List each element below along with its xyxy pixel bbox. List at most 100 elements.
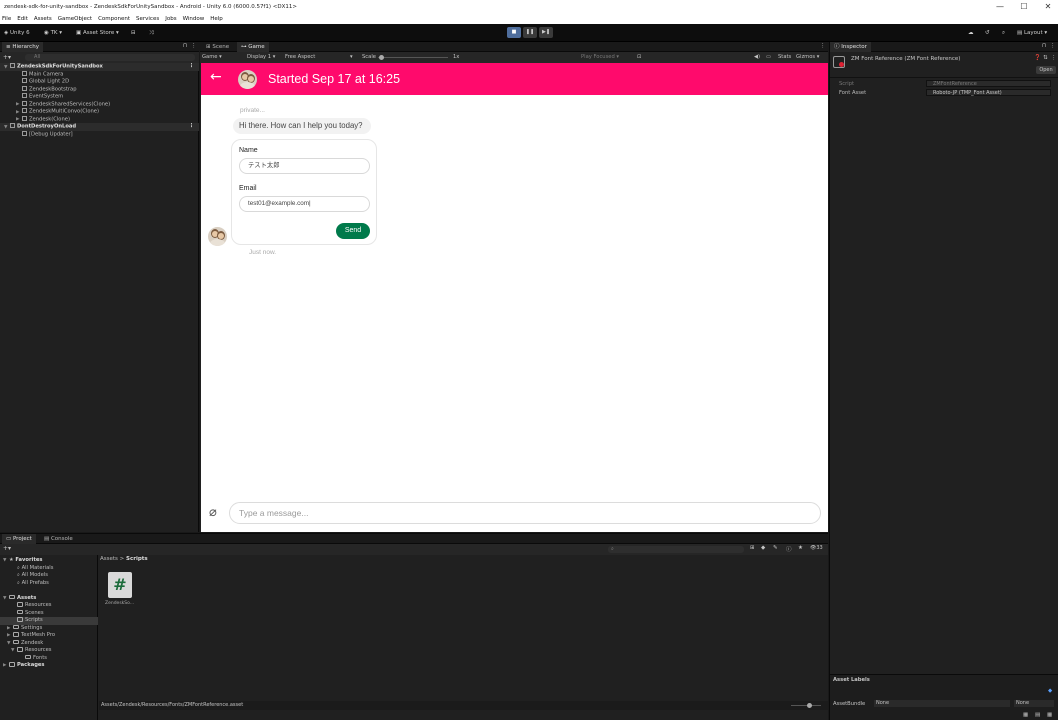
add-icon[interactable]: +▾ bbox=[3, 545, 11, 552]
paperclip-icon[interactable]: ⌀ bbox=[209, 505, 217, 520]
filter-label-icon[interactable]: ◆ bbox=[761, 545, 765, 551]
tab-scene[interactable]: ⊞ Scene bbox=[202, 42, 233, 52]
filter-pin-icon[interactable]: ✎ bbox=[773, 545, 778, 551]
settings-icon[interactable]: ⇅ bbox=[1043, 55, 1048, 61]
tab-inspector[interactable]: ⓘ Inspector bbox=[830, 42, 871, 52]
project-tree-item[interactable]: Scripts bbox=[0, 617, 98, 625]
project-section-header[interactable]: ▼ Assets bbox=[0, 594, 98, 603]
hierarchy-item[interactable]: ▼ ZendeskSdkForUnitySandbox ⋮ bbox=[0, 63, 199, 71]
project-tree-item[interactable]: Resources bbox=[0, 602, 98, 610]
hierarchy-item[interactable]: ZendeskBootstrap bbox=[0, 85, 199, 94]
project-section-header[interactable]: ▼ ★ Favorites bbox=[0, 557, 98, 565]
menu-services[interactable]: Services bbox=[136, 14, 159, 24]
more-icon[interactable]: ⋮ bbox=[191, 43, 197, 49]
tag-icon[interactable]: ◆ bbox=[1048, 688, 1052, 694]
font-asset-field[interactable]: Roboto-JP (TMP_Font Asset) bbox=[926, 89, 1051, 96]
project-tree-item[interactable]: ▼ Resources bbox=[0, 647, 98, 655]
aspect-dropdown[interactable]: Free Aspect bbox=[285, 52, 315, 63]
hierarchy-item[interactable]: ▶ ZendeskMultiConvo(Clone) bbox=[0, 108, 199, 116]
hierarchy-item[interactable]: Global Light 2D bbox=[0, 78, 199, 86]
project-tree-item[interactable]: ⌕ All Materials bbox=[0, 565, 98, 573]
more-icon[interactable]: ⋮ bbox=[820, 43, 826, 49]
display-dropdown[interactable]: Display 1 ▾ bbox=[247, 52, 275, 63]
breadcrumb-assets[interactable]: Assets bbox=[100, 556, 118, 562]
hierarchy-item[interactable]: ▶ Zendesk(Clone) bbox=[0, 115, 199, 124]
cloud-icon[interactable]: ☁ bbox=[968, 28, 974, 38]
pause-button[interactable]: ❚❚ bbox=[523, 27, 537, 38]
lock-icon[interactable]: ⊓ bbox=[1042, 43, 1046, 49]
plastic-icon[interactable]: ⤨ bbox=[149, 28, 153, 38]
icon-size-slider-handle[interactable] bbox=[807, 703, 812, 708]
hierarchy-item[interactable]: EventSystem bbox=[0, 93, 199, 101]
minimize-button[interactable]: — bbox=[990, 1, 1010, 12]
send-button[interactable]: Send bbox=[336, 223, 370, 239]
layout-dropdown[interactable]: ▤ Layout ▾ bbox=[1017, 28, 1047, 38]
csharp-script-icon[interactable]: # bbox=[108, 572, 132, 598]
version-control-icon[interactable]: ⊟ bbox=[131, 28, 136, 38]
stats-button[interactable]: Stats bbox=[778, 52, 791, 63]
asset-item-label[interactable]: ZendeskSo... bbox=[105, 601, 134, 606]
project-tree-item[interactable]: ▼ Zendesk bbox=[0, 639, 98, 648]
breadcrumb-scripts[interactable]: Scripts bbox=[126, 556, 148, 562]
add-icon[interactable]: +▾ bbox=[3, 54, 11, 61]
project-tree-item[interactable]: ⌕ All Models bbox=[0, 572, 98, 580]
menu-component[interactable]: Component bbox=[98, 14, 130, 24]
asset-bundle-dropdown[interactable]: None bbox=[874, 700, 1010, 707]
project-tree-item[interactable]: ▶ TextMesh Pro bbox=[0, 632, 98, 640]
project-tree-item[interactable]: Scenes bbox=[0, 609, 98, 618]
hierarchy-search-input[interactable]: All bbox=[25, 54, 196, 61]
aspect-icon[interactable]: ▭ bbox=[766, 52, 771, 63]
menu-assets[interactable]: Assets bbox=[34, 14, 52, 24]
more-icon[interactable]: ⋮ bbox=[1051, 55, 1057, 61]
asset-variant-dropdown[interactable]: None bbox=[1014, 700, 1054, 707]
history-icon[interactable]: ↺ bbox=[985, 28, 990, 38]
game-mode-dropdown[interactable]: Game ▾ bbox=[202, 52, 222, 63]
scale-slider[interactable] bbox=[378, 57, 448, 58]
hierarchy-item[interactable]: ▶ ZendeskSharedServices(Clone) bbox=[0, 100, 199, 109]
asset-store-dropdown[interactable]: ▣ Asset Store ▾ bbox=[76, 28, 119, 38]
menu-file[interactable]: File bbox=[2, 14, 11, 24]
menu-gameobject[interactable]: GameObject bbox=[58, 14, 92, 24]
project-search-input[interactable]: ⌕ bbox=[608, 546, 744, 553]
project-tree-item[interactable]: ⌕ All Prefabs bbox=[0, 580, 98, 588]
back-arrow-icon[interactable]: ← bbox=[210, 69, 222, 85]
step-button[interactable]: ▶❚ bbox=[539, 27, 553, 38]
menu-help[interactable]: Help bbox=[210, 14, 223, 24]
audio-icon[interactable]: ◀) bbox=[754, 52, 760, 63]
lock-icon[interactable]: ⊓ bbox=[183, 43, 187, 49]
favorite-icon[interactable]: ★ bbox=[798, 545, 803, 551]
project-section-header[interactable]: ▶ Packages bbox=[0, 662, 98, 670]
help-icon[interactable]: ❓ bbox=[1034, 55, 1041, 61]
hierarchy-item[interactable]: Main Camera bbox=[0, 70, 199, 79]
hierarchy-item[interactable]: [Debug Updater] bbox=[0, 130, 199, 139]
menu-window[interactable]: Window bbox=[183, 14, 205, 24]
search-icon[interactable]: ⌕ bbox=[1002, 28, 1005, 38]
icon-size-slider[interactable] bbox=[791, 705, 821, 706]
gizmos-dropdown[interactable]: Gizmos ▾ bbox=[796, 52, 819, 63]
tab-game[interactable]: ⊶ Game bbox=[237, 42, 269, 52]
menu-jobs[interactable]: Jobs bbox=[165, 14, 176, 24]
account-dropdown[interactable]: ◉ TK ▾ bbox=[44, 28, 62, 38]
scale-slider-handle[interactable] bbox=[379, 55, 384, 60]
hierarchy-item[interactable]: ▼ DontDestroyOnLoad ⋮ bbox=[0, 123, 199, 131]
tab-hierarchy[interactable]: ≡ Hierarchy bbox=[2, 42, 43, 52]
filter-type-icon[interactable]: ⊞ bbox=[750, 545, 755, 551]
open-button[interactable]: Open bbox=[1036, 66, 1056, 74]
project-tree-item[interactable]: Fonts bbox=[0, 654, 98, 663]
info-icon[interactable]: ⓘ bbox=[786, 545, 792, 553]
frame-debugger-icon[interactable]: ⊡ bbox=[637, 52, 641, 63]
more-icon[interactable]: ⋮ bbox=[189, 63, 194, 71]
email-field[interactable]: test01@example.com| bbox=[239, 196, 370, 212]
name-field[interactable]: テスト太郎 bbox=[239, 158, 370, 174]
play-focused-dropdown[interactable]: Play Focused ▾ bbox=[581, 52, 619, 63]
message-input[interactable]: Type a message... bbox=[229, 502, 821, 524]
project-tree-item[interactable]: ▶ Settings bbox=[0, 624, 98, 633]
tab-project[interactable]: ▭ Project bbox=[2, 534, 36, 544]
tab-console[interactable]: ▤ Console bbox=[40, 534, 77, 544]
more-icon[interactable]: ⋮ bbox=[1050, 43, 1056, 49]
menu-edit[interactable]: Edit bbox=[17, 14, 28, 24]
more-icon[interactable]: ⋮ bbox=[189, 123, 194, 131]
close-window-button[interactable]: ✕ bbox=[1038, 1, 1058, 12]
maximize-button[interactable]: ☐ bbox=[1014, 1, 1034, 12]
play-button[interactable]: ■ bbox=[507, 27, 521, 38]
